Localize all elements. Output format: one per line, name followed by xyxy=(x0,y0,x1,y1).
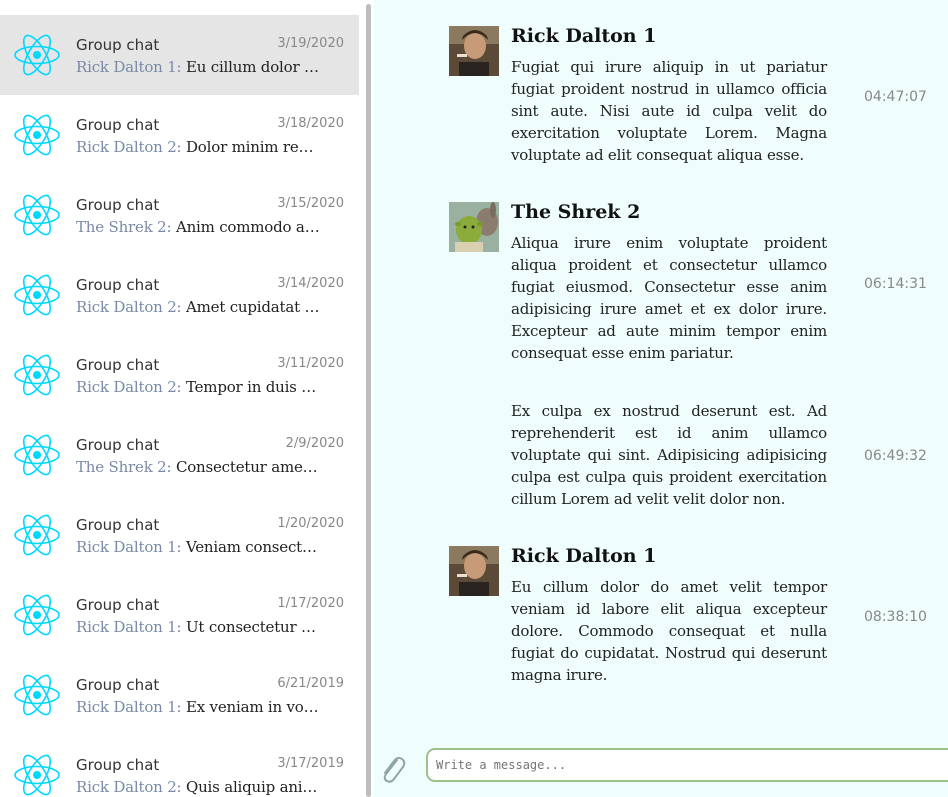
conversation-title: Group chat xyxy=(76,676,160,694)
conversation-date: 1/20/2020 xyxy=(277,516,344,531)
rick-dalton-avatar xyxy=(449,546,499,596)
react-icon xyxy=(14,754,60,796)
conversation-preview: The Shrek 2: Anim commodo aliqu... xyxy=(76,218,321,236)
preview-sender: Rick Dalton 1: xyxy=(76,58,182,76)
message-text: Ex culpa ex nostrud deserunt est. Ad rep… xyxy=(511,402,827,508)
conversation-item[interactable]: Group chat 3/11/2020 Rick Dalton 2: Temp… xyxy=(0,335,359,415)
conversation-title: Group chat xyxy=(76,356,160,374)
conversation-list: Group chat 3/19/2020 Rick Dalton 1: Eu c… xyxy=(0,0,360,797)
react-icon xyxy=(14,514,60,556)
conversation-item[interactable]: Group chat 3/15/2020 The Shrek 2: Anim c… xyxy=(0,175,359,255)
conversation-title: Group chat xyxy=(76,116,160,134)
message-author: The Shrek 2 xyxy=(511,201,641,223)
react-icon xyxy=(14,274,60,316)
message-time: 06:14:31 xyxy=(864,276,927,292)
conversation-item[interactable]: Group chat 1/17/2020 Rick Dalton 1: Ut c… xyxy=(0,575,359,655)
preview-text: Ex veniam in volup... xyxy=(185,698,321,716)
conversation-item[interactable]: Group chat 3/19/2020 Rick Dalton 1: Eu c… xyxy=(0,15,359,95)
conversation-title: Group chat xyxy=(76,36,160,54)
message-time: 06:49:32 xyxy=(864,448,927,464)
preview-sender: Rick Dalton 1: xyxy=(76,618,182,636)
conversation-preview: Rick Dalton 1: Eu cillum dolor do... xyxy=(76,58,321,76)
conversation-item[interactable]: Group chat 3/17/2019 Rick Dalton 2: Quis… xyxy=(0,735,359,797)
preview-text: Ut consectetur nos... xyxy=(185,618,321,636)
preview-text: Anim commodo aliqu... xyxy=(175,218,321,236)
paperclip-icon[interactable] xyxy=(377,752,407,786)
rick-dalton-avatar xyxy=(449,26,499,76)
conversation-date: 3/14/2020 xyxy=(277,276,344,291)
conversation-title: Group chat xyxy=(76,436,160,454)
react-icon xyxy=(14,34,60,76)
preview-text: Consectetur amet i... xyxy=(175,458,321,476)
preview-sender: Rick Dalton 1: xyxy=(76,698,182,716)
conversation-date: 1/17/2020 xyxy=(277,596,344,611)
conversation-title: Group chat xyxy=(76,516,160,534)
conversation-preview: The Shrek 2: Consectetur amet i... xyxy=(76,458,321,476)
react-icon xyxy=(14,194,60,236)
conversation-preview: Rick Dalton 2: Quis aliquip anim... xyxy=(76,778,321,796)
react-icon xyxy=(14,594,60,636)
preview-text: Amet cupidatat non... xyxy=(185,298,321,316)
conversation-item[interactable]: Group chat 3/18/2020 Rick Dalton 2: Dolo… xyxy=(0,95,359,175)
conversation-item[interactable]: Group chat 3/14/2020 Rick Dalton 2: Amet… xyxy=(0,255,359,335)
preview-sender: Rick Dalton 2: xyxy=(76,138,182,156)
preview-text: Tempor in duis adi... xyxy=(185,378,321,396)
message-author: Rick Dalton 1 xyxy=(511,25,657,47)
conversation-title: Group chat xyxy=(76,756,160,774)
react-icon xyxy=(14,354,60,396)
conversation-title: Group chat xyxy=(76,276,160,294)
preview-sender: Rick Dalton 1: xyxy=(76,538,182,556)
message-time: 08:38:10 xyxy=(864,609,927,625)
conversation-preview: Rick Dalton 1: Ut consectetur nos... xyxy=(76,618,321,636)
message-input[interactable] xyxy=(426,748,948,782)
conversation-preview: Rick Dalton 2: Dolor minim repreh... xyxy=(76,138,321,156)
conversation-preview: Rick Dalton 1: Ex veniam in volup... xyxy=(76,698,321,716)
message-text: Fugiat qui irure aliquip in ut pariatur … xyxy=(511,58,827,164)
conversation-item[interactable]: Group chat 2/9/2020 The Shrek 2: Consect… xyxy=(0,415,359,495)
preview-sender: Rick Dalton 2: xyxy=(76,778,182,796)
preview-text: Veniam consectetur... xyxy=(185,538,321,556)
conversation-date: 3/11/2020 xyxy=(277,356,344,371)
conversation-date: 3/17/2019 xyxy=(277,756,344,771)
preview-sender: Rick Dalton 2: xyxy=(76,298,182,316)
conversation-date: 6/21/2019 xyxy=(277,676,344,691)
conversation-preview: Rick Dalton 1: Veniam consectetur... xyxy=(76,538,321,556)
conversation-date: 3/19/2020 xyxy=(277,36,344,51)
conversation-title: Group chat xyxy=(76,596,160,614)
conversation-preview: Rick Dalton 2: Amet cupidatat non... xyxy=(76,298,321,316)
preview-sender: The Shrek 2: xyxy=(76,218,172,236)
shrek-avatar xyxy=(449,202,499,252)
message-text: Aliqua irure enim voluptate proident ali… xyxy=(511,234,827,362)
conversation-date: 2/9/2020 xyxy=(285,436,344,451)
sidebar-scrollbar[interactable] xyxy=(366,4,371,797)
conversation-preview: Rick Dalton 2: Tempor in duis adi... xyxy=(76,378,321,396)
chat-panel: Rick Dalton 1 Fugiat qui irure aliquip i… xyxy=(374,0,948,797)
preview-sender: Rick Dalton 2: xyxy=(76,378,182,396)
message-author: Rick Dalton 1 xyxy=(511,545,657,567)
react-icon xyxy=(14,674,60,716)
preview-text: Eu cillum dolor do... xyxy=(185,58,321,76)
message-time: 04:47:07 xyxy=(864,89,927,105)
preview-sender: The Shrek 2: xyxy=(76,458,172,476)
message-text: Eu cillum dolor do amet velit tempor ven… xyxy=(511,578,827,684)
preview-text: Dolor minim repreh... xyxy=(185,138,321,156)
conversation-item[interactable]: Group chat 1/20/2020 Rick Dalton 1: Veni… xyxy=(0,495,359,575)
react-icon xyxy=(14,114,60,156)
conversation-item[interactable]: Group chat 6/21/2019 Rick Dalton 1: Ex v… xyxy=(0,655,359,735)
conversation-title: Group chat xyxy=(76,196,160,214)
react-icon xyxy=(14,434,60,476)
conversation-date: 3/15/2020 xyxy=(277,196,344,211)
message-composer xyxy=(374,745,948,797)
conversation-date: 3/18/2020 xyxy=(277,116,344,131)
preview-text: Quis aliquip anim... xyxy=(185,778,321,796)
